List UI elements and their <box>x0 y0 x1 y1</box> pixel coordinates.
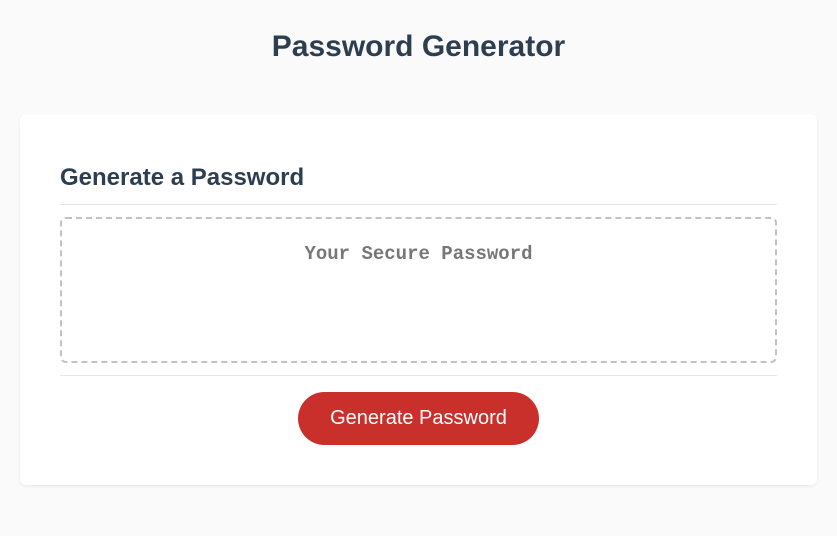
card-heading: Generate a Password <box>60 164 777 192</box>
divider-bottom <box>60 375 777 376</box>
password-output[interactable] <box>60 217 777 363</box>
generate-button[interactable]: Generate Password <box>298 392 539 445</box>
generator-card: Generate a Password Generate Password <box>20 114 817 485</box>
page-title: Password Generator <box>20 30 817 64</box>
divider-top <box>60 204 777 205</box>
